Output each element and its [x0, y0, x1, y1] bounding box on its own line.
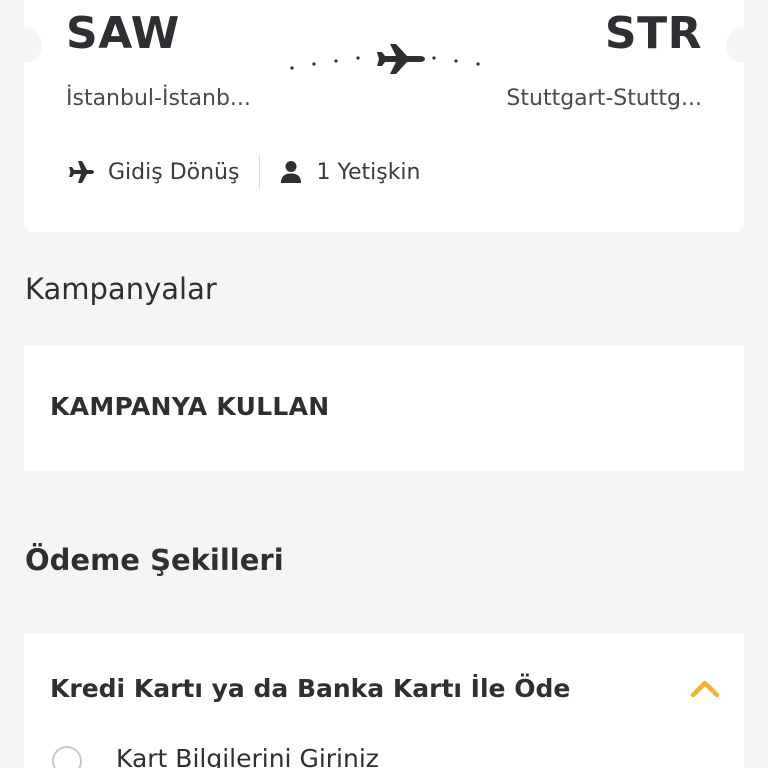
use-campaign-button[interactable]: KAMPANYA KULLAN	[24, 346, 744, 471]
passenger-count: 1 Yetişkin	[280, 159, 421, 185]
card-payment-section: Kredi Kartı ya da Banka Kartı İle Öde Ka…	[24, 634, 744, 768]
checkout-page: SAW STR İstanbul-İstanb... Stuttgart-Stu…	[0, 0, 768, 768]
campaigns-title: Kampanyalar	[25, 272, 217, 306]
card-info-radio[interactable]	[52, 746, 82, 768]
trip-meta-row: Gidiş Dönüş 1 Yetişkin	[68, 154, 421, 190]
ticket-notch-right	[726, 27, 744, 63]
trip-type-label: Gidiş Dönüş	[108, 159, 240, 185]
ticket-notch-left	[24, 27, 42, 63]
passenger-count-label: 1 Yetişkin	[316, 159, 421, 185]
card-info-label[interactable]: Kart Bilgilerini Giriniz	[116, 744, 379, 768]
route-airplane-icon	[290, 44, 480, 74]
origin-city: İstanbul-İstanb...	[66, 86, 251, 111]
meta-divider	[259, 155, 261, 189]
airplane-icon	[69, 161, 94, 183]
trip-type: Gidiş Dönüş	[68, 160, 239, 185]
person-icon	[281, 161, 302, 183]
use-campaign-label: KAMPANYA KULLAN	[50, 392, 330, 421]
flight-summary-card: SAW STR İstanbul-İstanb... Stuttgart-Stu…	[24, 0, 744, 232]
chevron-up-icon[interactable]	[690, 678, 720, 698]
destination-city: Stuttgart-Stuttg...	[506, 86, 702, 111]
card-payment-header[interactable]: Kredi Kartı ya da Banka Kartı İle Öde	[50, 674, 570, 703]
payment-methods-title: Ödeme Şekilleri	[25, 543, 284, 577]
origin-airport-code: SAW	[66, 8, 180, 59]
destination-airport-code: STR	[604, 8, 702, 59]
